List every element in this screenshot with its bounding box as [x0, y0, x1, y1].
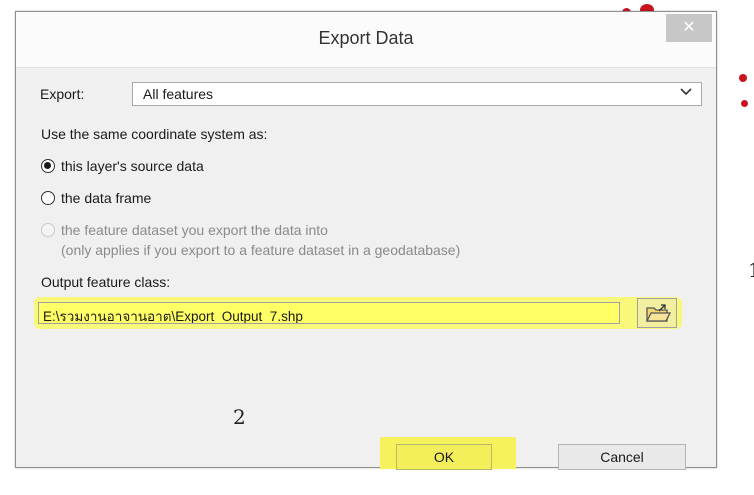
- export-dropdown-value: All features: [143, 86, 214, 102]
- folder-open-icon: [645, 304, 671, 322]
- close-button[interactable]: ✕: [666, 14, 712, 42]
- step-annotation-1: 1: [748, 258, 754, 282]
- map-marker: [739, 74, 747, 82]
- output-feature-class-label: Output feature class:: [41, 274, 171, 290]
- export-label: Export:: [40, 86, 85, 102]
- radio-feature-dataset-note: (only applies if you export to a feature…: [61, 242, 461, 258]
- step-annotation-2: 2: [233, 405, 246, 429]
- export-dropdown[interactable]: All features: [132, 82, 702, 106]
- title-bar: Export Data ✕: [16, 12, 716, 68]
- radio-button-disabled: [41, 223, 55, 237]
- map-marker: [741, 100, 748, 107]
- coordinate-system-label: Use the same coordinate system as:: [41, 126, 268, 142]
- radio-feature-dataset-label: the feature dataset you export the data …: [61, 222, 328, 238]
- cancel-button[interactable]: Cancel: [558, 444, 686, 470]
- close-icon: ✕: [682, 19, 696, 36]
- chevron-down-icon: [679, 84, 693, 101]
- radio-button[interactable]: [41, 191, 55, 205]
- browse-button[interactable]: [637, 298, 677, 328]
- radio-data-frame-label: the data frame: [61, 190, 152, 206]
- ok-button[interactable]: OK: [396, 444, 492, 470]
- output-path-input[interactable]: E:\รวมงานอาจานอาต\Export_Output_7.shp: [38, 302, 620, 324]
- radio-source-data-label: this layer's source data: [61, 158, 204, 174]
- dialog-title: Export Data: [318, 28, 414, 48]
- export-data-dialog: Export Data ✕ Export: All features Use t…: [15, 11, 717, 468]
- radio-button-checked[interactable]: [41, 159, 55, 173]
